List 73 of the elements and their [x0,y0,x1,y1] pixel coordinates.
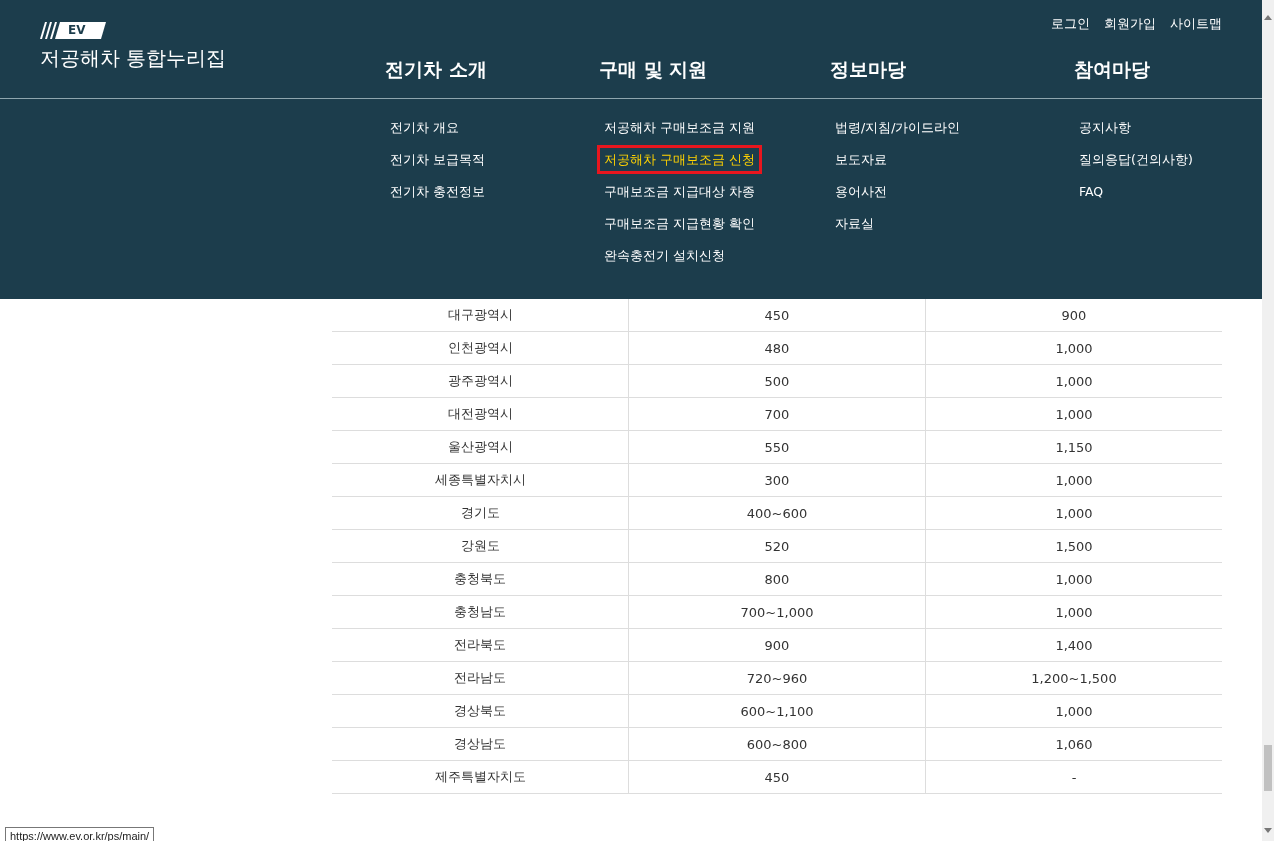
submenu-link[interactable]: 구매보조금 지급현황 확인 [597,209,762,238]
table-cell: 900 [1061,307,1087,323]
submenu-link[interactable]: 구매보조금 지급대상 차종 [597,177,762,206]
table-cell: 550 [764,439,790,455]
table-cell: 1,000 [1055,505,1093,521]
table-cell: 450 [764,307,790,323]
table-cell: 1,400 [1055,637,1093,653]
table-cell: 700~1,000 [740,604,814,620]
table-cell: 대전광역시 [447,405,513,423]
table-cell: 울산광역시 [447,438,513,456]
table-cell: 충청북도 [454,570,506,588]
submenu-link[interactable]: 보도자료 [828,145,894,174]
table-cell: 강원도 [460,537,500,555]
table-cell: 1,000 [1055,604,1093,620]
scroll-up-icon[interactable] [1264,14,1272,20]
submenu-link[interactable]: 저공해차 구매보조금 지원 [597,113,762,142]
table-cell: 전라남도 [454,669,506,687]
table-cell: 경기도 [460,504,500,522]
submenu-link[interactable]: 공지사항 [1072,113,1138,142]
submenu-link[interactable]: 전기차 보급목적 [383,145,492,174]
submenu-link[interactable]: FAQ [1072,177,1111,206]
logo-badge-text: EV [68,22,86,39]
table-cell: 1,000 [1055,703,1093,719]
submenu-link[interactable]: 질의응답(건의사항) [1072,145,1200,174]
table-cell: 1,500 [1055,538,1093,554]
table-cell: 500 [764,373,790,389]
table-cell: 제주특별자치도 [434,768,526,786]
ev-logo-icon [40,22,106,39]
submenu-link[interactable]: 완속충전기 설치신청 [597,241,732,270]
table-cell: 1,060 [1055,736,1093,752]
table-cell: 600~1,100 [740,703,814,719]
scrollbar-thumb[interactable] [1264,745,1272,791]
table-cell: 480 [764,340,790,356]
table-cell: 1,150 [1055,439,1093,455]
table-cell: 인천광역시 [447,339,513,357]
table-cell: 520 [764,538,790,554]
table-cell: 경상북도 [454,702,506,720]
header-link[interactable]: 사이트맵 [1170,15,1222,33]
table-cell: 전라북도 [454,636,506,654]
table-cell: 400~600 [746,505,808,521]
header-link[interactable]: 회원가입 [1104,15,1156,33]
scroll-down-icon[interactable] [1264,828,1272,834]
table-cell: 300 [764,472,790,488]
nav-menu-title[interactable]: 정보마당 [830,58,906,80]
submenu-link[interactable]: 용어사전 [828,177,894,206]
table-cell: 900 [764,637,790,653]
nav-menu-title[interactable]: 참여마당 [1074,58,1150,80]
table-cell: - [1071,769,1077,785]
table-cell: 경상남도 [454,735,506,753]
table-cell: 충청남도 [454,603,506,621]
table-cell: 720~960 [746,670,808,686]
submenu-link[interactable]: 법령/지침/가이드라인 [828,113,968,142]
table-cell: 세종특별자치시 [434,471,526,489]
table-cell: 1,000 [1055,340,1093,356]
table-cell: 1,000 [1055,373,1093,389]
table-cell: 800 [764,571,790,587]
table-cell: 1,000 [1055,406,1093,422]
submenu-link[interactable]: 저공해차 구매보조금 신청 [597,145,762,174]
header-link[interactable]: 로그인 [1051,15,1090,33]
table-cell: 450 [764,769,790,785]
table-cell: 700 [764,406,790,422]
table-cell: 1,000 [1055,571,1093,587]
site-title[interactable]: 저공해차 통합누리집 [40,45,227,72]
submenu-link[interactable]: 자료실 [828,209,881,238]
submenu-link[interactable]: 전기차 개요 [383,113,466,142]
table-cell: 1,200~1,500 [1031,670,1117,686]
submenu-link[interactable]: 전기차 충전정보 [383,177,492,206]
nav-menu-title[interactable]: 전기차 소개 [385,58,487,80]
nav-menu-title[interactable]: 구매 및 지원 [599,58,708,80]
table-cell: 대구광역시 [447,306,513,324]
table-cell: 광주광역시 [447,372,513,390]
table-cell: 1,000 [1055,472,1093,488]
table-cell: 600~800 [746,736,808,752]
